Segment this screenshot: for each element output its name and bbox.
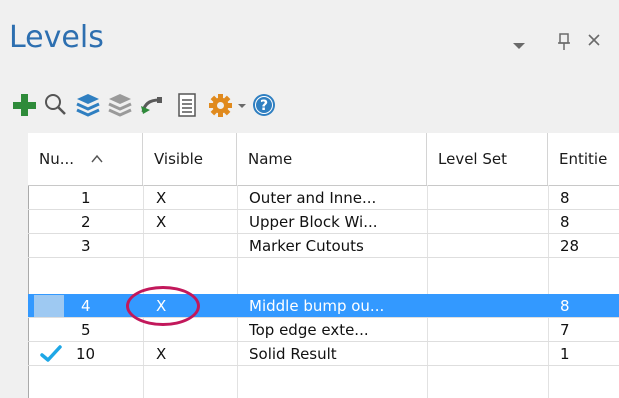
column-header-level-set[interactable]: Level Set [427,133,548,185]
level-name: Outer and Inne... [249,189,377,207]
annotation-circle [126,286,200,326]
visible-toggle[interactable]: X [156,210,166,234]
gear-icon[interactable] [207,92,233,118]
level-name: Solid Result [249,345,337,363]
table-row[interactable]: 5 Top edge exte... 7 [28,318,619,342]
level-number: 10 [76,345,96,363]
sort-ascending-icon [91,150,103,168]
entity-count: 8 [560,297,570,315]
entity-count: 28 [560,237,580,255]
level-number: 2 [81,213,91,231]
close-icon[interactable] [586,32,602,52]
column-header-entities[interactable]: Entitie [548,133,619,185]
level-name: Marker Cutouts [249,237,364,255]
main-level-checkmark-icon [40,345,62,367]
level-name: Upper Block Wi... [249,213,378,231]
help-icon[interactable]: ? [251,92,277,118]
level-name: Middle bump ou... [249,297,385,315]
column-header-visible[interactable]: Visible [143,133,237,185]
table-row[interactable]: 1 X Outer and Inne... 8 [28,186,619,210]
entity-count: 8 [560,213,570,231]
levels-toolbar: ? [11,92,571,120]
table-row[interactable]: 3 Marker Cutouts 28 [28,234,619,258]
search-icon[interactable] [43,92,69,118]
panel-menu-chevron-down-icon[interactable] [512,36,526,55]
levels-grid: Nu... Visible Name Level Set Entitie 1 X… [28,133,619,398]
level-number: 1 [81,189,91,207]
entity-count: 7 [560,321,570,339]
level-number: 4 [81,297,91,315]
document-icon[interactable] [174,92,200,118]
table-row-selected[interactable]: 4 X Middle bump ou... 8 [28,294,619,318]
layers-gray-icon[interactable] [107,92,133,118]
column-header-number[interactable]: Nu... [28,133,143,185]
level-name: Top edge exte... [249,321,369,339]
visible-toggle[interactable]: X [156,186,166,210]
undo-arrow-icon[interactable] [139,92,165,118]
dropdown-arrow-icon[interactable] [235,92,249,118]
entity-count: 8 [560,189,570,207]
grid-header: Nu... Visible Name Level Set Entitie [28,133,619,186]
level-number: 3 [81,237,91,255]
svg-text:?: ? [260,98,268,114]
visible-toggle[interactable]: X [156,342,166,366]
layers-icon[interactable] [75,92,101,118]
column-header-name[interactable]: Name [237,133,427,185]
table-row[interactable]: 10 X Solid Result 1 [28,342,619,366]
add-icon[interactable] [11,92,37,118]
table-row[interactable]: 2 X Upper Block Wi... 8 [28,210,619,234]
entity-count: 1 [560,345,570,363]
pin-icon[interactable] [557,33,571,55]
level-number: 5 [81,321,91,339]
row-selector[interactable] [34,295,64,317]
panel-title: Levels [9,20,104,55]
